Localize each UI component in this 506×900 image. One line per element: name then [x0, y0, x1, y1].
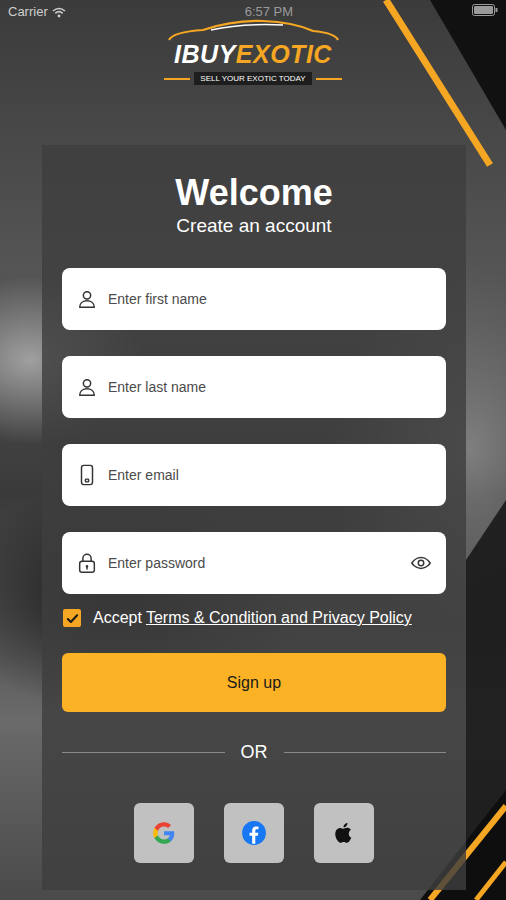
signup-card: Welcome Create an account AcceptTerms & …	[42, 145, 466, 890]
input-field	[62, 268, 446, 330]
input-field	[62, 532, 446, 594]
car-logo-icon	[163, 18, 343, 42]
logo: IBUYEXOTIC SELL YOUR EXOTIC TODAY	[0, 24, 506, 145]
subtitle: Create an account	[62, 214, 446, 237]
input-field	[62, 356, 446, 418]
apple-icon	[331, 820, 357, 846]
wifi-icon	[52, 7, 66, 18]
input-field	[62, 444, 446, 506]
facebook-button[interactable]	[224, 803, 284, 863]
apple-button[interactable]	[314, 803, 374, 863]
clock: 6:57 PM	[245, 4, 293, 20]
google-button[interactable]	[134, 803, 194, 863]
name-input[interactable]	[108, 281, 432, 318]
carrier-label: Carrier	[8, 4, 48, 20]
social-login	[62, 803, 446, 863]
terms-checkbox[interactable]	[63, 609, 81, 627]
google-icon	[151, 820, 177, 846]
facebook-icon	[241, 820, 267, 846]
email-input[interactable]	[108, 457, 432, 494]
show-password-icon[interactable]	[410, 552, 432, 574]
logo-word: EXOTIC	[236, 40, 332, 68]
terms-link[interactable]: Terms & Condition and Privacy Policy	[146, 609, 412, 626]
logo-word: IBUY	[174, 40, 236, 68]
phone-icon	[76, 464, 98, 486]
form-fields	[62, 268, 446, 594]
battery-icon	[472, 4, 498, 16]
sign-up-screen: Carrier 6:57 PM IBUYEXOTIC SELL YOUR EXO…	[0, 0, 506, 900]
or-divider: OR	[62, 740, 446, 764]
person-icon	[76, 376, 98, 398]
welcome-title: Welcome	[62, 171, 446, 214]
password-input[interactable]	[108, 545, 400, 582]
signup-button[interactable]: Sign up	[62, 653, 446, 712]
terms-prefix: Accept	[93, 609, 142, 626]
terms-row: AcceptTerms & Condition and Privacy Poli…	[62, 606, 446, 630]
lock-icon	[76, 552, 98, 574]
or-label: OR	[241, 741, 268, 763]
logo-tagline: SELL YOUR EXOTIC TODAY	[194, 72, 311, 85]
check-icon	[66, 612, 79, 625]
name-input[interactable]	[108, 369, 432, 406]
person-icon	[76, 288, 98, 310]
